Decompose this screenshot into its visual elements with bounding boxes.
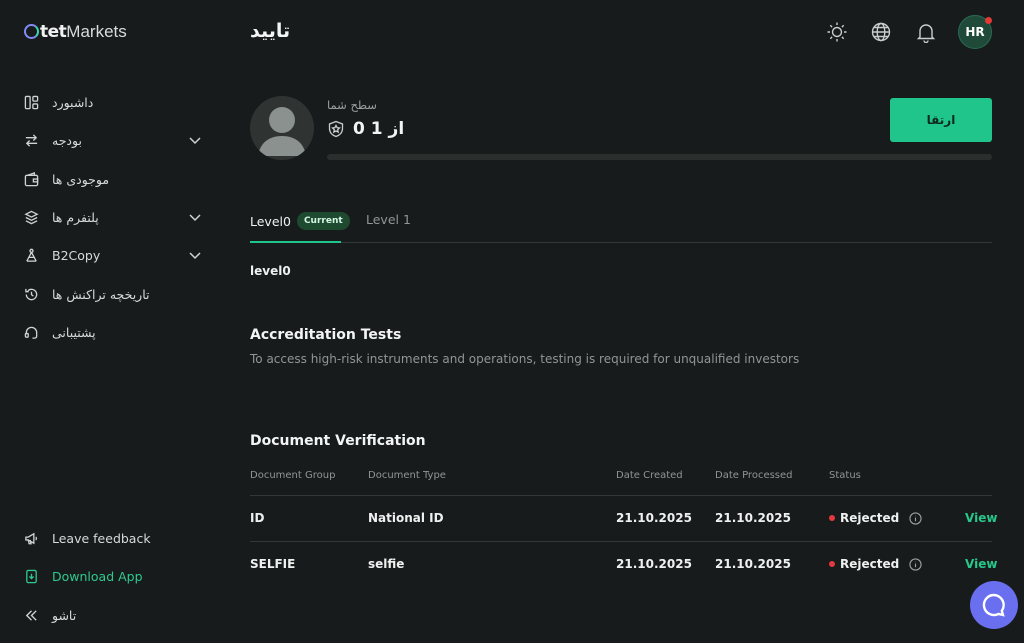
column-header-document-type: Document Type [368, 470, 446, 481]
sidebar-item-label: داشبورد [52, 94, 94, 110]
shield-star-icon [328, 120, 344, 138]
accreditation-title: Accreditation Tests [250, 327, 402, 343]
collapse-label: تاشو [52, 607, 77, 623]
profile-picture [250, 96, 314, 160]
sidebar-item-platforms[interactable]: پلتفرم ها [24, 206, 202, 228]
table-cell-created: 21.10.2025 [616, 511, 692, 525]
wallet-icon [24, 171, 39, 186]
user-silhouette-icon [258, 107, 306, 156]
level-label: سطح شما [327, 98, 377, 112]
leave-feedback-label: Leave feedback [52, 530, 151, 546]
tab-label: Level 1 [366, 212, 411, 227]
tab-level0[interactable]: Level0 Current [250, 212, 350, 230]
table-cell-created: 21.10.2025 [616, 557, 692, 571]
transfer-arrows-icon [25, 133, 38, 147]
sidebar-item-dashboard[interactable]: داشبورد [24, 91, 202, 113]
upgrade-button[interactable]: ارتقا [890, 98, 992, 142]
copy-network-icon [26, 248, 37, 262]
level-name: level0 [250, 264, 291, 278]
status-badge: Rejected [829, 511, 922, 525]
status-dot [829, 515, 835, 521]
sidebar-collapse[interactable]: تاشو [24, 604, 202, 626]
headset-icon [24, 326, 38, 339]
sidebar-item-label: پلتفرم ها [52, 209, 99, 225]
logo-tet: tet [40, 22, 67, 42]
globe-icon[interactable] [870, 21, 892, 43]
level-progress-bar [327, 154, 992, 160]
sidebar-item-label: B2Copy [52, 247, 101, 263]
logo[interactable]: tet Markets [24, 22, 127, 42]
info-icon[interactable] [909, 511, 922, 525]
notification-dot [985, 17, 992, 24]
chat-support-button[interactable] [970, 581, 1018, 629]
logo-o-mark [24, 24, 39, 39]
bell-icon[interactable] [915, 21, 937, 43]
table-cell-type: National ID [368, 511, 444, 525]
sidebar: tet Markets داشبورد بودجه موجودی ها پلتف… [0, 0, 225, 643]
status-dot [829, 561, 835, 567]
accreditation-description: To access high-risk instruments and oper… [250, 352, 800, 366]
layers-icon [24, 210, 39, 224]
logo-markets: Markets [66, 22, 127, 41]
sidebar-item-b2copy[interactable]: B2Copy [24, 244, 202, 266]
status-text: Rejected [840, 557, 900, 571]
sidebar-item-transaction-history[interactable]: تاریخچه تراکنش ها [24, 283, 202, 305]
column-header-date-created: Date Created [616, 470, 683, 481]
sidebar-item-label: موجودی ها [52, 171, 110, 187]
level-value-text: از 1 0 [353, 119, 405, 139]
download-app-label: Download App [52, 568, 143, 584]
download-phone-icon [26, 569, 37, 583]
table-divider [250, 495, 992, 496]
megaphone-icon [25, 532, 38, 544]
chat-bubble-icon [982, 593, 1005, 617]
column-header-document-group: Document Group [250, 470, 336, 481]
column-header-date-processed: Date Processed [715, 470, 793, 481]
table-cell-processed: 21.10.2025 [715, 511, 791, 525]
tab-level1[interactable]: Level 1 [366, 212, 411, 227]
table-cell-group: SELFIE [250, 557, 296, 571]
page-title: تایید [250, 20, 291, 42]
chevron-down-icon[interactable] [188, 133, 202, 147]
table-cell-processed: 21.10.2025 [715, 557, 791, 571]
sidebar-item-wallets[interactable]: موجودی ها [24, 168, 202, 190]
sidebar-item-budget[interactable]: بودجه [24, 129, 202, 151]
status-text: Rejected [840, 511, 900, 525]
tab-label: Level0 [250, 213, 291, 229]
sun-icon[interactable] [826, 21, 848, 43]
sidebar-item-label: بودجه [52, 132, 82, 148]
table-cell-type: selfie [368, 557, 405, 571]
sidebar-item-label: پشتیبانی [52, 324, 96, 340]
view-link[interactable]: View [965, 557, 997, 571]
tabs-divider [250, 242, 992, 243]
dashboard-icon [24, 95, 39, 109]
chevron-down-icon[interactable] [188, 210, 202, 224]
table-divider [250, 541, 992, 542]
status-badge: Rejected [829, 557, 922, 571]
sidebar-download-app[interactable]: Download App [24, 565, 202, 587]
history-icon [25, 288, 38, 300]
level-value: از 1 0 [327, 119, 404, 139]
current-badge: Current [296, 212, 350, 230]
sidebar-item-label: تاریخچه تراکنش ها [52, 286, 150, 302]
double-chevron-left-icon [25, 609, 37, 621]
info-icon[interactable] [909, 557, 922, 571]
view-link[interactable]: View [965, 511, 997, 525]
sidebar-item-support[interactable]: پشتیبانی [24, 321, 202, 343]
table-cell-group: ID [250, 511, 265, 525]
chevron-down-icon[interactable] [188, 248, 202, 262]
active-tab-indicator [250, 241, 341, 243]
sidebar-leave-feedback[interactable]: Leave feedback [24, 527, 202, 549]
column-header-status: Status [829, 470, 861, 481]
documents-title: Document Verification [250, 433, 426, 449]
